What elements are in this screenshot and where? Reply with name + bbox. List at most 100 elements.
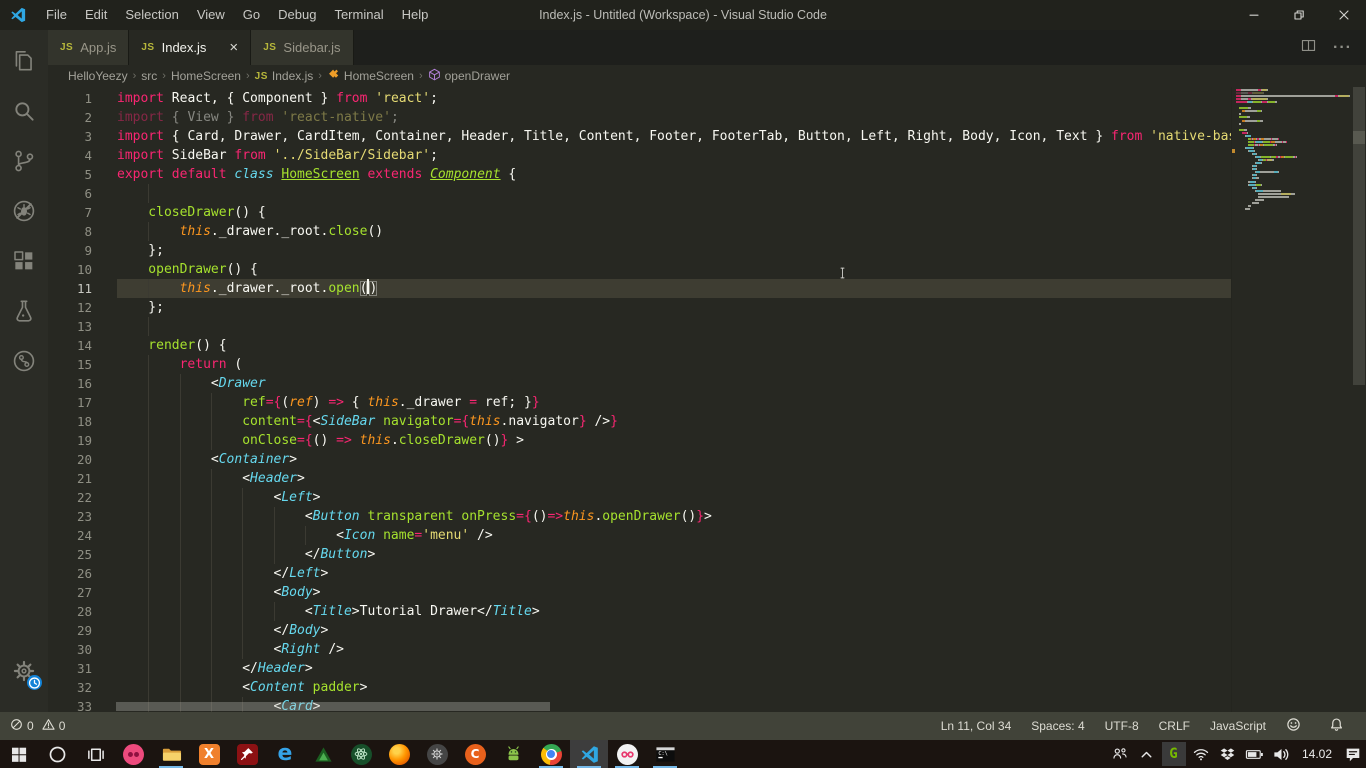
code-line-content[interactable]: ref={(ref) => { this._drawer = ref; }} [117,393,1232,412]
menu-go[interactable]: Go [234,0,269,30]
status-feedback-smiley[interactable] [1286,717,1301,735]
activity-search-icon[interactable] [0,86,48,136]
more-actions-icon[interactable]: ··· [1333,39,1352,57]
taskbar-cortana-icon[interactable] [38,740,76,768]
taskbar-pink-dots-app-icon[interactable] [114,740,152,768]
code-line-content[interactable]: export default class HomeScreen extends … [117,165,1232,184]
code-line-content[interactable]: import { Card, Drawer, CardItem, Contain… [117,127,1232,146]
taskbar-vscode-icon[interactable] [570,740,608,768]
code-line-content[interactable]: <Content padder> [117,678,1232,697]
taskbar-start-icon[interactable] [0,740,38,768]
code-line-content[interactable]: <Right /> [117,640,1232,659]
code-line-content[interactable]: import React, { Component } from 'react'… [117,89,1232,108]
code-line-content[interactable]: return ( [117,355,1232,374]
taskbar-edge-icon[interactable]: e [266,740,304,768]
code-line-content[interactable]: <Container> [117,450,1232,469]
tray-green-utility-icon[interactable]: G [1160,740,1187,768]
activity-extensions-icon[interactable] [0,236,48,286]
taskbar-red-pin-app-icon[interactable] [228,740,266,768]
menu-selection[interactable]: Selection [116,0,187,30]
menu-debug[interactable]: Debug [269,0,325,30]
tray-battery-icon[interactable] [1241,740,1268,768]
code-line-content[interactable]: }; [117,298,1232,317]
activity-source-control-icon[interactable] [0,136,48,186]
taskbar-green-triangle-app-icon[interactable] [304,740,342,768]
code-line-content[interactable]: render() { [117,336,1232,355]
code-line-content[interactable]: <Left> [117,488,1232,507]
taskbar-green-atom-app-icon[interactable] [342,740,380,768]
tray-dropbox-icon[interactable] [1214,740,1241,768]
split-editor-icon[interactable] [1300,37,1317,59]
code-line-content[interactable] [117,184,1232,203]
breadcrumb-item-homescreen[interactable]: HomeScreen [171,69,241,83]
tab-app-js[interactable]: JS App.js [48,30,130,65]
activity-test-beaker-icon[interactable] [0,286,48,336]
taskbar-firefox-icon[interactable] [380,740,418,768]
taskbar-orange-c-app-icon[interactable]: C [456,740,494,768]
code-editor[interactable]: 1 import React, { Component } from 'react… [48,87,1366,712]
status-warning-triangle[interactable]: 0 [42,718,65,734]
taskbar-file-explorer-icon[interactable] [152,740,190,768]
taskbar-android-icon[interactable] [494,740,532,768]
code-line-content[interactable]: onClose={() => this.closeDrawer()} > [117,431,1232,450]
code-line-content[interactable]: closeDrawer() { [117,203,1232,222]
code-line-content[interactable]: <Title>Tutorial Drawer</Title> [117,602,1232,621]
code-line-content[interactable]: openDrawer() { [117,260,1232,279]
horizontal-scrollbar-thumb[interactable] [116,702,550,711]
taskbar-chrome-icon[interactable] [532,740,570,768]
taskbar-xampp-icon[interactable]: X [190,740,228,768]
status-encoding[interactable]: UTF-8 [1105,719,1139,733]
tray-chevron-up-icon[interactable] [1133,740,1160,768]
breadcrumb-item-index.js[interactable]: JS Index.js [255,69,314,83]
code-line-content[interactable]: </Button> [117,545,1232,564]
code-line-content[interactable]: this._drawer._root.open() [117,279,1232,298]
minimap[interactable] [1231,87,1352,712]
restore-button[interactable] [1276,0,1321,30]
taskbar-clock[interactable]: 14.02 [1295,747,1339,761]
taskbar-task-view-icon[interactable] [76,740,114,768]
menu-help[interactable]: Help [393,0,438,30]
code-line-content[interactable]: </Body> [117,621,1232,640]
activity-debug-icon[interactable] [0,186,48,236]
code-line-content[interactable]: </Header> [117,659,1232,678]
taskbar-cmd-icon[interactable]: C:\ [646,740,684,768]
menu-view[interactable]: View [188,0,234,30]
menu-edit[interactable]: Edit [76,0,116,30]
code-line-content[interactable]: content={<SideBar navigator={this.naviga… [117,412,1232,431]
code-line-content[interactable]: <Button transparent onPress={()=>this.op… [117,507,1232,526]
activity-settings-gear-icon[interactable] [0,646,48,696]
code-line-content[interactable]: <Icon name='menu' /> [117,526,1232,545]
code-line-content[interactable]: import { View } from 'react-native'; [117,108,1232,127]
breadcrumb-item-homescreen[interactable]: HomeScreen [327,68,414,84]
code-line-content[interactable]: </Left> [117,564,1232,583]
code-line-content[interactable]: import SideBar from '../SideBar/Sidebar'… [117,146,1232,165]
status-error-circle[interactable]: 0 [10,718,34,734]
minimize-button[interactable] [1231,0,1276,30]
code-line-content[interactable]: <Drawer [117,374,1232,393]
activity-explorer-icon[interactable] [0,36,48,86]
code-line-content[interactable]: }; [117,241,1232,260]
tray-people-icon[interactable] [1106,740,1133,768]
menu-terminal[interactable]: Terminal [325,0,392,30]
vertical-scrollbar[interactable] [1352,87,1366,712]
close-button[interactable] [1321,0,1366,30]
tray-volume-icon[interactable] [1268,740,1295,768]
code-line-content[interactable]: <Body> [117,583,1232,602]
taskbar-white-dots-app-icon[interactable] [608,740,646,768]
status-eol-sequence[interactable]: CRLF [1159,719,1190,733]
close-tab-icon[interactable]: × [229,40,238,55]
code-line-content[interactable]: this._drawer._root.close() [117,222,1232,241]
activity-git-graph-icon[interactable] [0,336,48,386]
status-language-mode[interactable]: JavaScript [1210,719,1266,733]
status-notifications-bell[interactable] [1329,717,1344,735]
menu-file[interactable]: File [37,0,76,30]
taskbar-gray-gear-app-icon[interactable] [418,740,456,768]
code-line-content[interactable] [117,317,1232,336]
tray-action-center-icon[interactable] [1339,740,1366,768]
tray-wifi-icon[interactable] [1187,740,1214,768]
breadcrumb-item-opendrawer[interactable]: openDrawer [428,68,510,84]
tab-index-js[interactable]: JS Index.js × [129,30,252,65]
status-indentation[interactable]: Spaces: 4 [1031,719,1084,733]
status-cursor-position[interactable]: Ln 11, Col 34 [941,719,1012,733]
breadcrumb-item-helloyeezy[interactable]: HelloYeezy [68,69,128,83]
